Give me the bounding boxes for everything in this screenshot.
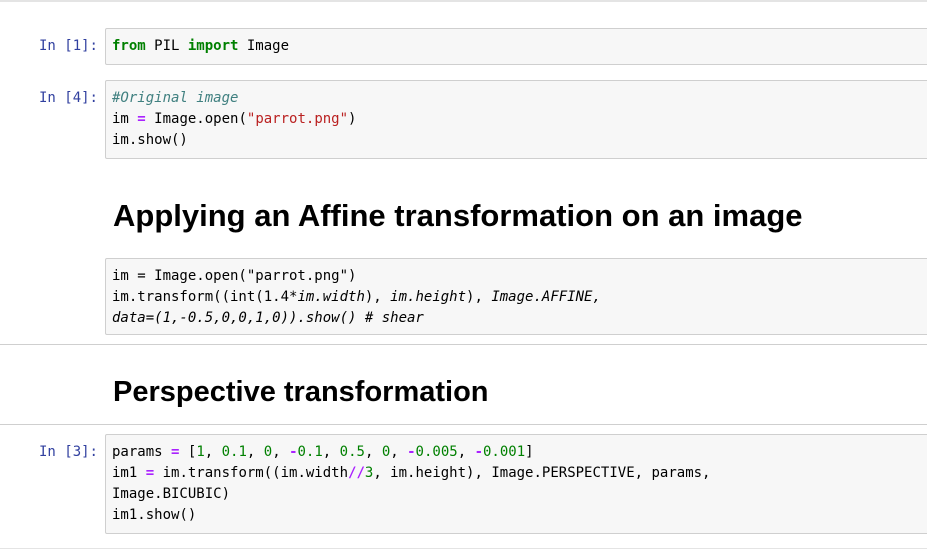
code-line: #Original image [112,90,238,106]
code-line: data=(1,-0.5,0,0,1,0)).show() # shear [112,310,424,326]
code-input-area[interactable]: #Original image im = Image.open("parrot.… [105,80,927,159]
code-token: = [145,465,155,481]
code-token: , [457,444,475,460]
code-input-area[interactable]: params = [1, 0.1, 0, -0.1, 0.5, 0, -0.00… [105,434,927,534]
code-token: , [272,444,290,460]
code-token: , [246,444,264,460]
code-token: im1 [112,465,146,481]
code-line: im.transform((int(1.4*im.width), im.heig… [112,289,601,305]
code-token: 0.005 [415,444,458,460]
code-token: im.transform((im.width [154,465,349,481]
code-token: 0.5 [339,444,365,460]
code-token: PIL [145,38,188,54]
code-token: , [204,444,222,460]
code-token: im.transform((int(1.4 [112,289,290,305]
code-token: 1 [196,444,205,460]
notebook-container: In [1]: from PIL import Image In [4]: #O… [0,0,927,550]
cell-prompt: In [3]: [38,444,98,460]
code-token: ), [466,289,492,305]
code-token: ] [525,444,534,460]
code-token: 0 [381,444,391,460]
code-token: , im.height), Image.PERSPECTIVE, params, [373,465,711,481]
code-token: // [348,465,365,481]
code-token: ), [364,289,391,305]
code-token: data=(1,-0.5,0,0,1,0)).show() # shear [112,310,424,326]
code-token: Image.AFFINE, [491,289,601,305]
code-token: , [322,444,340,460]
code-token: 0 [263,444,273,460]
code-token: im = Image.open("parrot.png") [112,268,357,284]
code-token: params [112,444,172,460]
code-token: Image.BICUBIC) [112,486,231,502]
code-line: im1 = im.transform((im.width//3, im.heig… [112,465,710,481]
code-line: im1.show() [112,507,196,523]
code-token: , [364,444,382,460]
code-token: from [112,38,146,54]
next-cell-border [0,548,927,549]
code-token: , [390,444,408,460]
code-block[interactable]: im = Image.open("parrot.png") im.transfo… [112,266,927,329]
code-line: im.show() [112,132,188,148]
code-input-area[interactable]: from PIL import Image [105,28,927,65]
code-line: params = [1, 0.1, 0, -0.1, 0.5, 0, -0.00… [112,444,534,460]
code-token: im [112,111,138,127]
code-token: 0.001 [483,444,526,460]
code-token: *im.width [289,289,365,305]
code-input-area[interactable]: im = Image.open("parrot.png") im.transfo… [105,258,927,335]
code-line: from PIL import Image [112,38,289,54]
code-line: im = Image.open("parrot.png") [112,111,356,127]
code-token: 0.1 [297,444,323,460]
code-token: im.height [390,289,467,305]
cell-prompt: In [4]: [38,90,98,106]
code-token: 0.1 [221,444,247,460]
markdown-heading-affine: Applying an Affine transformation on an … [113,198,803,233]
cell-prompt: In [1]: [38,38,98,54]
cell-selection-border-bottom [0,424,927,425]
code-token: import [187,38,239,54]
code-token: "parrot.png" [246,111,349,127]
code-block[interactable]: params = [1, 0.1, 0, -0.1, 0.5, 0, -0.00… [112,442,927,526]
code-token: Image [238,38,290,54]
code-token: #Original image [112,90,239,106]
code-token: Image.open( [145,111,247,127]
code-token: - [474,444,483,460]
code-token: - [407,444,416,460]
code-token: ) [348,111,357,127]
code-token: = [137,111,146,127]
code-token: - [289,444,298,460]
markdown-heading-perspective: Perspective transformation [113,376,489,408]
code-block[interactable]: #Original image im = Image.open("parrot.… [112,88,927,151]
code-block[interactable]: from PIL import Image [112,36,927,57]
code-token: im.show() [112,132,188,148]
cell-selection-border-top [0,344,927,345]
code-token: im1.show() [112,507,197,523]
code-line: Image.BICUBIC) [112,486,230,502]
code-line: im = Image.open("parrot.png") [112,268,356,284]
code-token: [ [179,444,197,460]
